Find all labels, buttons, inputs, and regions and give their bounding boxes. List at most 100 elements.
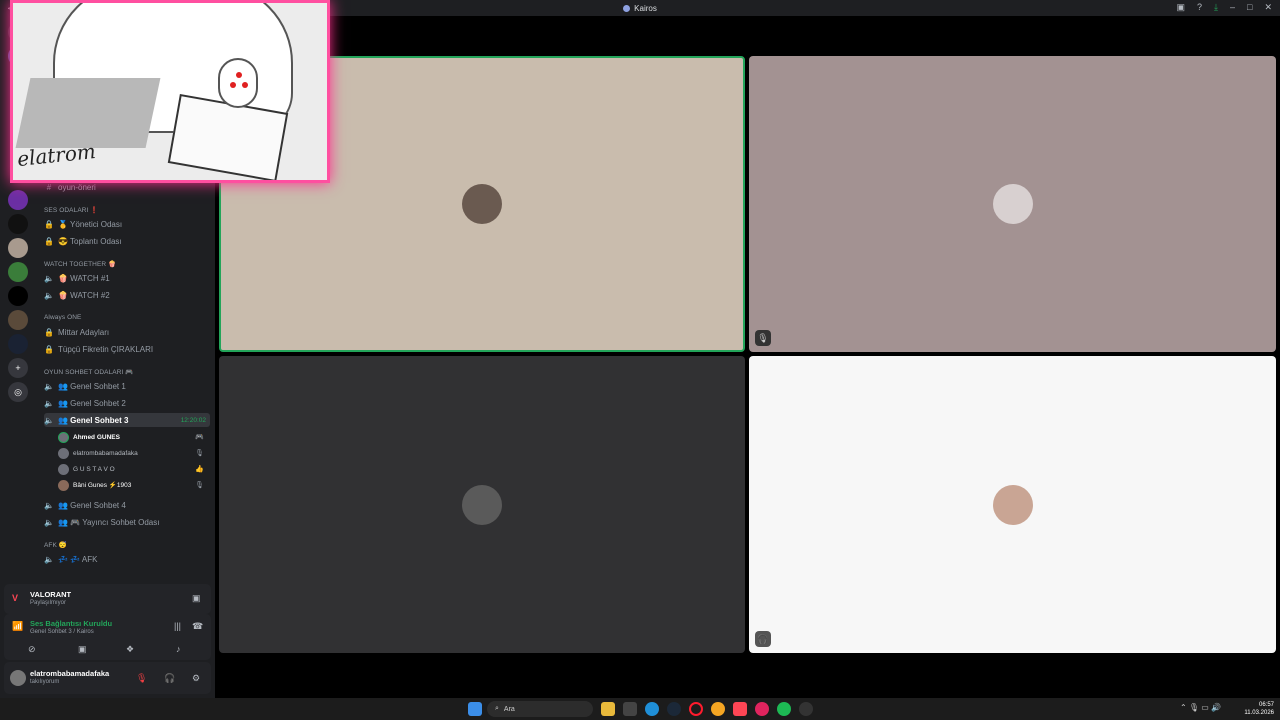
- voice-channel[interactable]: 🔒 Mittar Adayları: [44, 325, 210, 339]
- server-icon[interactable]: [8, 214, 28, 234]
- avatar: [58, 463, 69, 475]
- muted-mic-icon: 🎙: [195, 450, 204, 457]
- close-icon[interactable]: ✕: [1264, 2, 1272, 13]
- muted-mic-icon: 🎙: [195, 482, 204, 489]
- valorant-icon[interactable]: [733, 702, 747, 716]
- voice-channel[interactable]: 🔈 👥 Genel Sohbet 1: [44, 379, 210, 393]
- channel-label: 👥 🎮 Yayıncı Sohbet Odası: [58, 517, 160, 527]
- muted-mic-icon[interactable]: 🎙: [136, 673, 147, 684]
- streamer-overlay-image: elatrom: [10, 0, 330, 183]
- participant-tile[interactable]: 🎙: [749, 56, 1276, 352]
- channel-label: Mittar Adayları: [58, 327, 110, 337]
- mousepad-illustration: [15, 78, 161, 148]
- voice-channel[interactable]: 🔒 Tüpçü Fikretin ÇIRAKLARI: [44, 342, 210, 356]
- steam-icon[interactable]: [667, 702, 681, 716]
- noise-suppression-icon[interactable]: |||: [174, 621, 181, 631]
- clock-time: 06:57: [1258, 702, 1274, 708]
- channel-label: 😎 Toplantı Odası: [58, 236, 122, 246]
- category-always-one[interactable]: Always ONE: [44, 314, 81, 321]
- voice-channel[interactable]: 🔈 💤 💤 AFK: [44, 552, 210, 566]
- spotify-icon[interactable]: [777, 702, 791, 716]
- soundboard-icon[interactable]: ♪: [176, 644, 181, 654]
- video-stage: 🎙 🎧: [215, 16, 1280, 698]
- avatar: [58, 447, 69, 459]
- category-watch-together[interactable]: WATCH TOGETHER 🍿: [44, 260, 116, 268]
- taskbar-search[interactable]: ⌕ Ara: [487, 701, 593, 717]
- title-bar-actions: ▣ ? ⤓ – □ ✕: [1176, 2, 1272, 13]
- file-explorer-icon[interactable]: [601, 702, 615, 716]
- avatar[interactable]: [10, 670, 26, 686]
- system-clock[interactable]: 06:57 11.03.2026: [1244, 701, 1274, 717]
- voice-channel[interactable]: 🔈 🍿 WATCH #1: [44, 271, 210, 285]
- speaker-icon: 🔈: [44, 398, 54, 408]
- camera-off-icon[interactable]: ⊘: [28, 644, 36, 655]
- voice-user[interactable]: elatrombabamadafaka 🎙: [58, 446, 208, 460]
- speaker-icon: 🔈: [44, 381, 54, 391]
- discord-taskbar-icon[interactable]: [799, 702, 813, 716]
- maximize-icon[interactable]: □: [1247, 2, 1252, 13]
- app-icon[interactable]: [755, 702, 769, 716]
- voice-connection-panel: 📶 Ses Bağlantısı Kuruldu Genel Sohbet 3 …: [4, 614, 211, 660]
- search-icon: ⌕: [495, 705, 499, 712]
- voice-user[interactable]: Ahmed GUNES 🎮: [58, 430, 208, 444]
- server-icon[interactable]: [8, 262, 28, 282]
- minimize-icon[interactable]: –: [1230, 2, 1235, 13]
- channel-label: oyun-öneri: [58, 182, 96, 192]
- category-oyun-sohbet[interactable]: OYUN SOHBET ODALARI 🎮: [44, 368, 134, 376]
- headphones-icon[interactable]: 🎧: [164, 673, 175, 684]
- gear-icon[interactable]: ⚙: [192, 673, 200, 684]
- server-icon[interactable]: [8, 190, 28, 210]
- server-icon[interactable]: [8, 334, 28, 354]
- disconnect-icon[interactable]: ☎: [192, 621, 203, 632]
- channel-label: 💤 💤 AFK: [58, 554, 98, 564]
- discover-icon[interactable]: ◎: [8, 382, 28, 402]
- my-username[interactable]: elatrombabamadafaka: [30, 669, 109, 678]
- avatar: [992, 484, 1033, 525]
- voice-channel[interactable]: 🔒 😎 Toplantı Odası: [44, 234, 210, 248]
- server-icon[interactable]: [8, 286, 28, 306]
- share-screen-icon[interactable]: ▣: [192, 593, 201, 604]
- avatar: [462, 184, 502, 224]
- activity-game: VALORANT: [30, 590, 72, 599]
- voice-user[interactable]: G U S T A V O 👍: [58, 462, 208, 476]
- speaker-icon: 🔈: [44, 517, 54, 527]
- user-name: Bâni Gunes ⚡1903: [73, 482, 132, 489]
- help-icon[interactable]: ?: [1197, 2, 1202, 13]
- participant-tile[interactable]: 🎧: [749, 356, 1276, 653]
- activities-icon[interactable]: ❖: [126, 644, 134, 655]
- voice-channel[interactable]: 🔒 🥇 Yönetici Odası: [44, 217, 210, 231]
- voice-location[interactable]: Genel Sohbet 3 / Kairos: [30, 629, 94, 635]
- category-ses-odalari[interactable]: SES ODALARI ❗: [44, 206, 99, 214]
- server-icon[interactable]: [8, 310, 28, 330]
- edge-icon[interactable]: [645, 702, 659, 716]
- voice-channel[interactable]: 🔈 👥 🎮 Yayıncı Sohbet Odası: [44, 515, 210, 529]
- add-server-icon[interactable]: +: [8, 358, 28, 378]
- lock-icon: 🔒: [44, 344, 54, 354]
- screen-share-icon[interactable]: ▣: [78, 644, 87, 655]
- tray-icons[interactable]: ⌃ 🎙 ▭ 🔊: [1180, 703, 1221, 712]
- window-title: Kairos: [634, 3, 657, 13]
- voice-channel-active[interactable]: 🔈 👥 Genel Sohbet 3 12:20:02: [44, 413, 210, 427]
- store-icon[interactable]: [623, 702, 637, 716]
- server-icon[interactable]: [8, 238, 28, 258]
- opera-icon[interactable]: [689, 702, 703, 716]
- voice-status: Ses Bağlantısı Kuruldu: [30, 619, 113, 628]
- voice-channel[interactable]: 🔈 🍿 WATCH #2: [44, 288, 210, 302]
- lock-icon: 🔒: [44, 219, 54, 229]
- speaker-icon: 🔈: [44, 273, 54, 283]
- category-afk[interactable]: AFK 😴: [44, 541, 67, 549]
- inbox-icon[interactable]: ▣: [1176, 2, 1185, 13]
- app-icon[interactable]: [711, 702, 725, 716]
- status-emoji-icon: 👍: [195, 466, 204, 473]
- download-icon[interactable]: ⤓: [1214, 2, 1218, 13]
- speaker-icon: 🔈: [44, 415, 54, 425]
- voice-channel[interactable]: 🔈 👥 Genel Sohbet 4: [44, 498, 210, 512]
- start-icon[interactable]: [468, 702, 482, 716]
- voice-channel[interactable]: 🔈 👥 Genel Sohbet 2: [44, 396, 210, 410]
- voice-user[interactable]: Bâni Gunes ⚡1903 🎙: [58, 478, 208, 492]
- channel-label: Tüpçü Fikretin ÇIRAKLARI: [58, 344, 154, 354]
- clock-date: 11.03.2026: [1244, 710, 1274, 716]
- participant-tile[interactable]: [219, 356, 745, 653]
- search-placeholder: Ara: [503, 705, 515, 713]
- lock-icon: 🔒: [44, 236, 54, 246]
